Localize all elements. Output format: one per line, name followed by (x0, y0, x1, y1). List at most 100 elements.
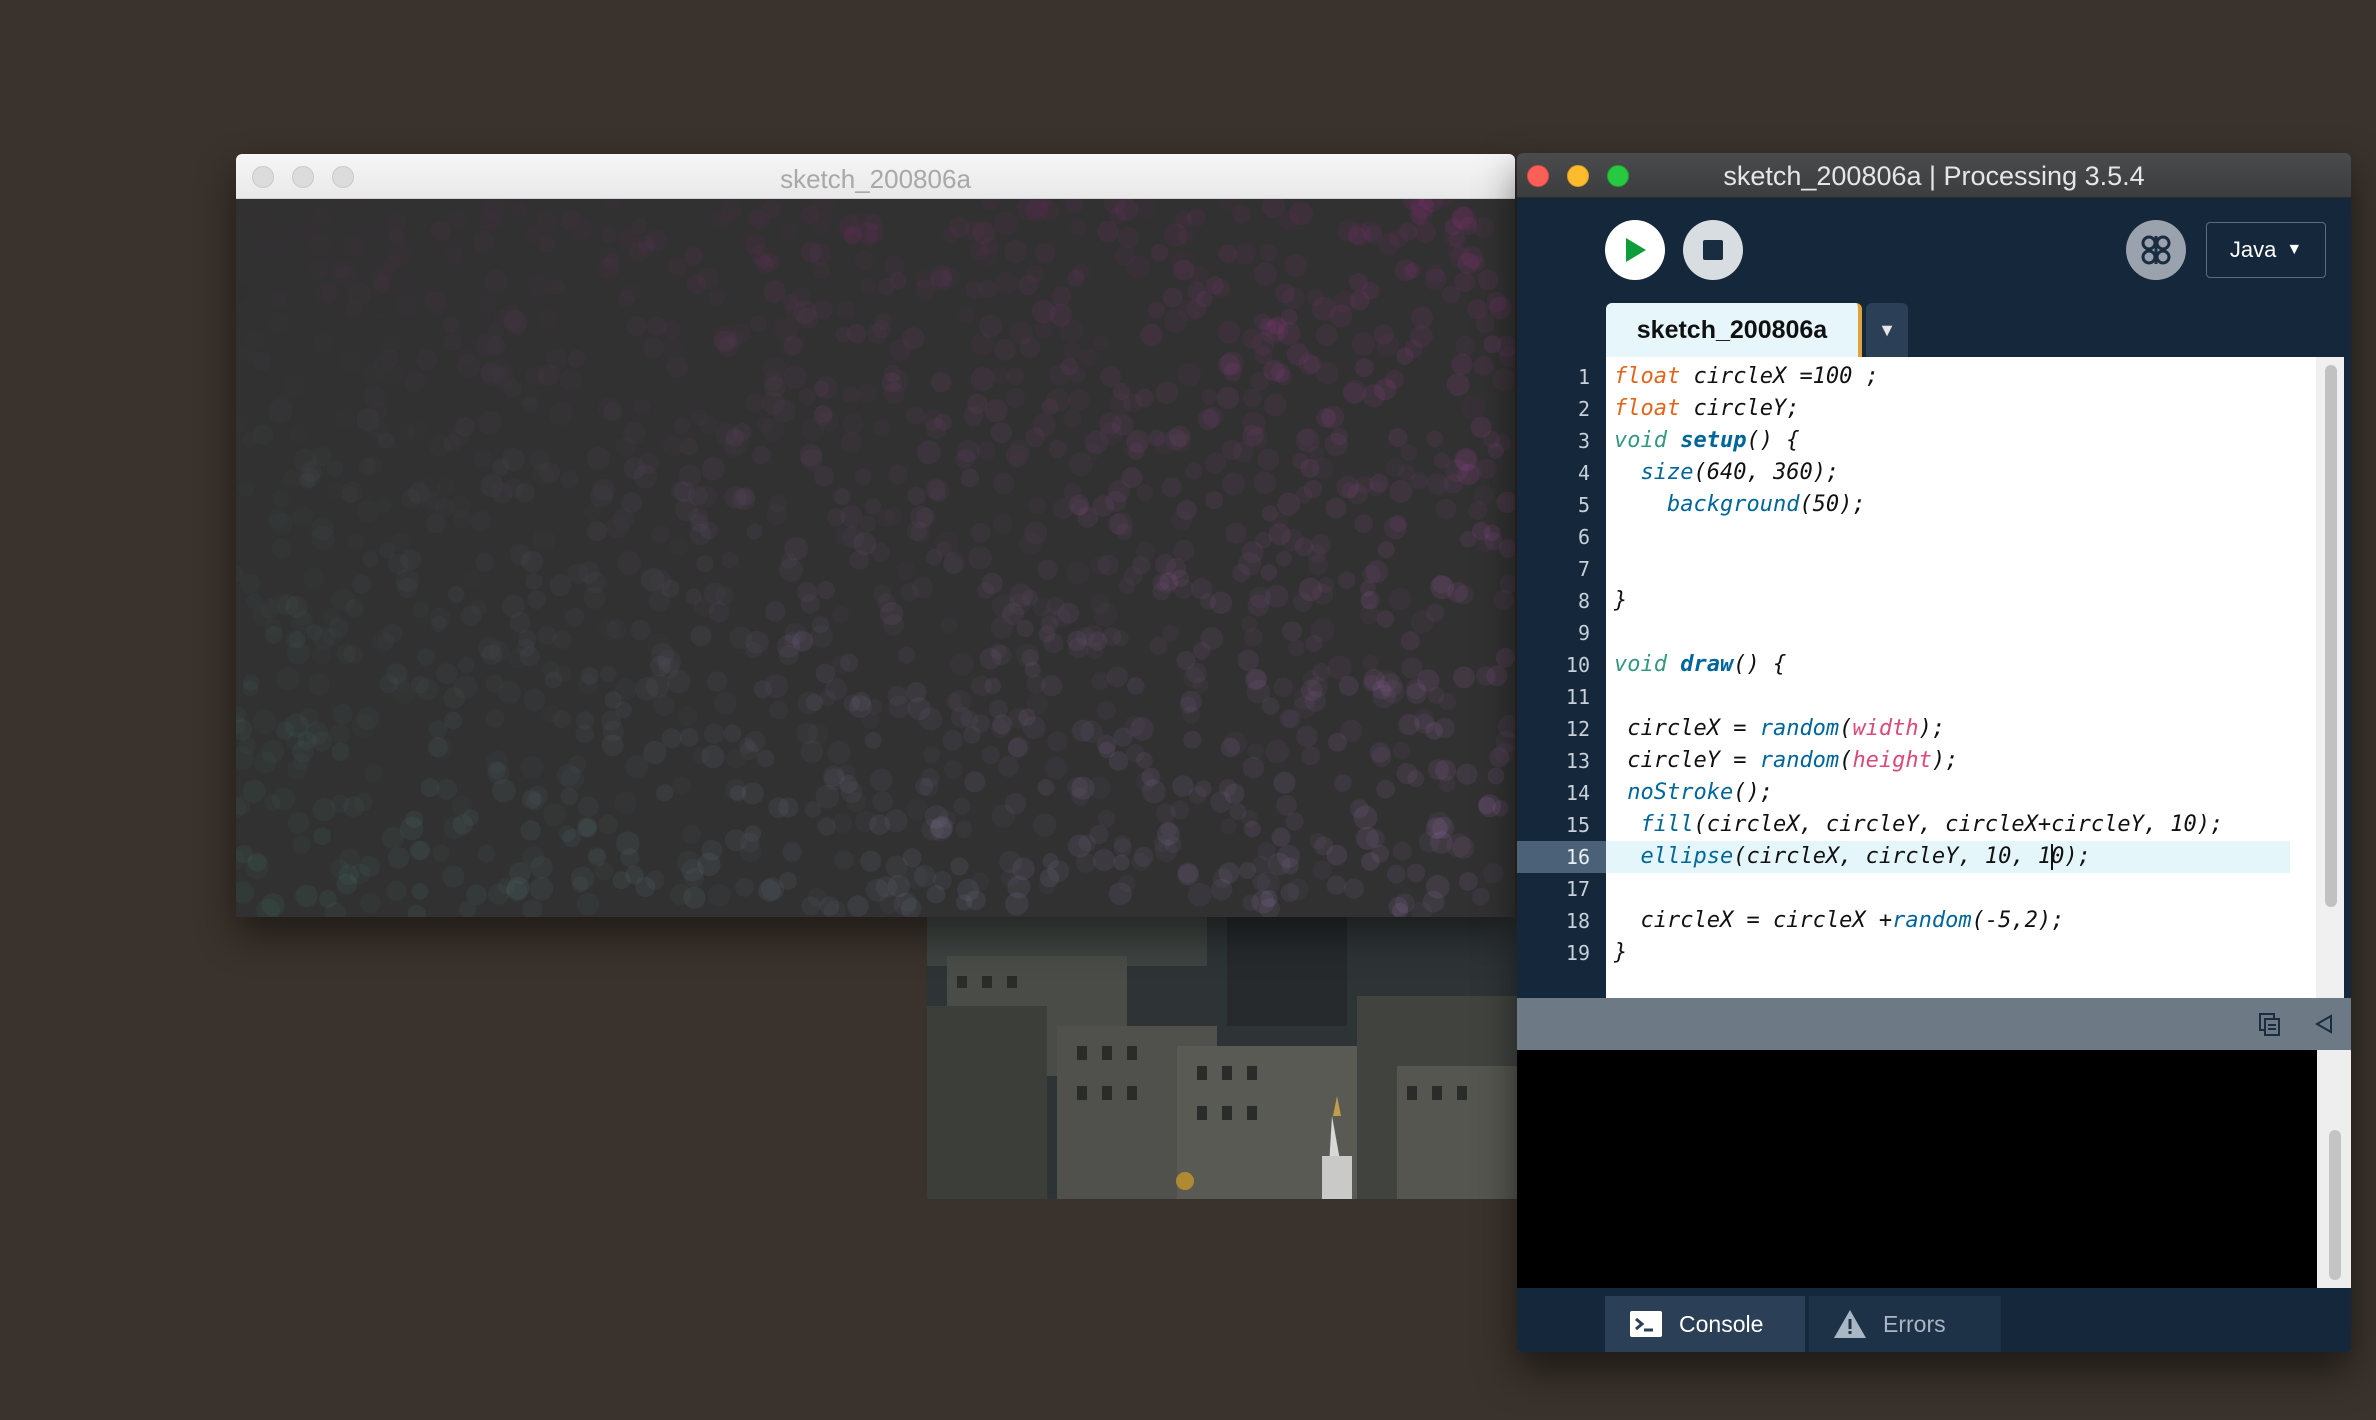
particle-dot (955, 821, 973, 839)
copy-icon[interactable] (2257, 1011, 2283, 1037)
particle-dot (778, 797, 799, 818)
code-line[interactable]: float circleX =100 ; (1614, 361, 1879, 393)
particle-dot (761, 391, 786, 415)
code-line[interactable]: } (1614, 585, 1627, 617)
particle-dot (464, 571, 482, 588)
code-line[interactable]: void draw() { (1614, 649, 1786, 681)
particle-dots (236, 199, 1515, 917)
mode-selector[interactable]: Java ▼ (2206, 222, 2326, 278)
particle-dot (804, 801, 822, 818)
particle-dot (885, 855, 908, 878)
particle-dot (341, 481, 363, 503)
particle-dot (779, 221, 798, 240)
particle-dot (1434, 759, 1457, 781)
code-line[interactable]: noStroke(); (1614, 777, 1773, 809)
particle-dot (763, 357, 787, 382)
code-line[interactable]: size(640, 360); (1614, 457, 1840, 489)
particle-dot (1047, 731, 1068, 752)
particle-dot (800, 205, 819, 225)
particle-dot (1216, 386, 1240, 409)
particle-dot (977, 582, 995, 599)
particle-dot (1026, 693, 1048, 715)
particle-dot (998, 756, 1019, 777)
code-line[interactable]: ellipse(circleX, circleY, 10, 10); (1614, 841, 2091, 873)
particle-dot (331, 588, 355, 612)
particle-dot (1218, 321, 1241, 344)
particle-dot (707, 883, 731, 907)
particle-dot (493, 308, 514, 329)
console-output[interactable] (1517, 1050, 2317, 1288)
console-scrollbar[interactable] (2317, 1050, 2351, 1288)
particle-dot (241, 208, 263, 229)
particle-dot (816, 581, 836, 600)
editor-scrollbar-thumb[interactable] (2325, 365, 2337, 907)
particle-dot (1454, 585, 1474, 605)
particle-dot (1472, 888, 1490, 906)
tab-menu-button[interactable]: ▼ (1866, 303, 1908, 357)
particle-dot (970, 522, 991, 543)
particle-dot (443, 333, 462, 352)
particle-dot (1052, 608, 1072, 628)
particle-dot (303, 457, 326, 480)
particle-dot (400, 549, 422, 570)
run-button[interactable] (1605, 220, 1665, 280)
line-number: 12 (1565, 717, 1590, 741)
console-scrollbar-thumb[interactable] (2329, 1130, 2341, 1280)
particle-dot (842, 386, 860, 404)
particle-dot (312, 731, 332, 752)
particle-dot (552, 710, 572, 729)
particle-dot (1422, 890, 1445, 913)
particle-dot (378, 432, 395, 449)
code-line[interactable]: circleX = random(width); (1614, 713, 1945, 745)
particle-dot (560, 210, 581, 231)
code-line[interactable]: fill(circleX, circleY, circleX+circleY, … (1614, 809, 2224, 841)
particle-dot (347, 282, 372, 306)
particle-dot (690, 408, 708, 426)
console-tab[interactable]: Console (1605, 1296, 1805, 1352)
particle-dot (971, 675, 992, 697)
particle-dot (1204, 452, 1227, 474)
particle-dot (1097, 220, 1119, 243)
particle-dot (328, 617, 349, 638)
particle-dot (1113, 727, 1133, 747)
code-line[interactable]: void setup() { (1614, 425, 1799, 457)
particle-dot (676, 850, 701, 874)
particle-dot (977, 441, 996, 460)
code-line[interactable]: circleY = random(height); (1614, 745, 1958, 777)
particle-dot (448, 210, 468, 230)
particle-dot (744, 825, 762, 842)
particle-dot (1377, 541, 1395, 559)
particle-dot (401, 488, 421, 509)
particle-dot (769, 700, 789, 720)
particle-dot (529, 877, 554, 901)
particle-dot (1086, 641, 1104, 660)
errors-tab[interactable]: Errors (1809, 1296, 2001, 1352)
particle-dot (943, 760, 963, 780)
code-line[interactable]: background(50); (1614, 489, 1866, 521)
particle-dot (1388, 587, 1412, 611)
particle-dot (633, 464, 658, 489)
particle-dot (528, 274, 551, 297)
collapse-icon[interactable] (2313, 1013, 2335, 1035)
particle-dot (1044, 756, 1068, 780)
sketch-titlebar[interactable]: sketch_200806a (236, 154, 1515, 199)
code-line[interactable]: circleX = circleX +random(-5,2); (1614, 905, 2064, 937)
particle-dot (567, 563, 589, 585)
code-line[interactable]: } (1614, 937, 1627, 969)
code-line[interactable]: float circleY; (1614, 393, 1799, 425)
debug-button[interactable] (2126, 220, 2186, 280)
particle-dot (832, 813, 853, 834)
particle-dot (1113, 838, 1132, 857)
particle-dot (308, 673, 331, 696)
particle-dot (1453, 666, 1475, 689)
particle-dot (779, 558, 804, 582)
particle-dot (873, 419, 891, 437)
particle-dot (386, 663, 408, 685)
tab-sketch[interactable]: sketch_200806a (1606, 303, 1862, 357)
particle-dot (869, 814, 890, 836)
stop-button[interactable] (1683, 220, 1743, 280)
particle-dot (295, 884, 318, 908)
ide-titlebar[interactable]: sketch_200806a | Processing 3.5.4 (1517, 153, 2351, 198)
particle-dot (292, 835, 311, 854)
particle-dot (332, 704, 353, 725)
